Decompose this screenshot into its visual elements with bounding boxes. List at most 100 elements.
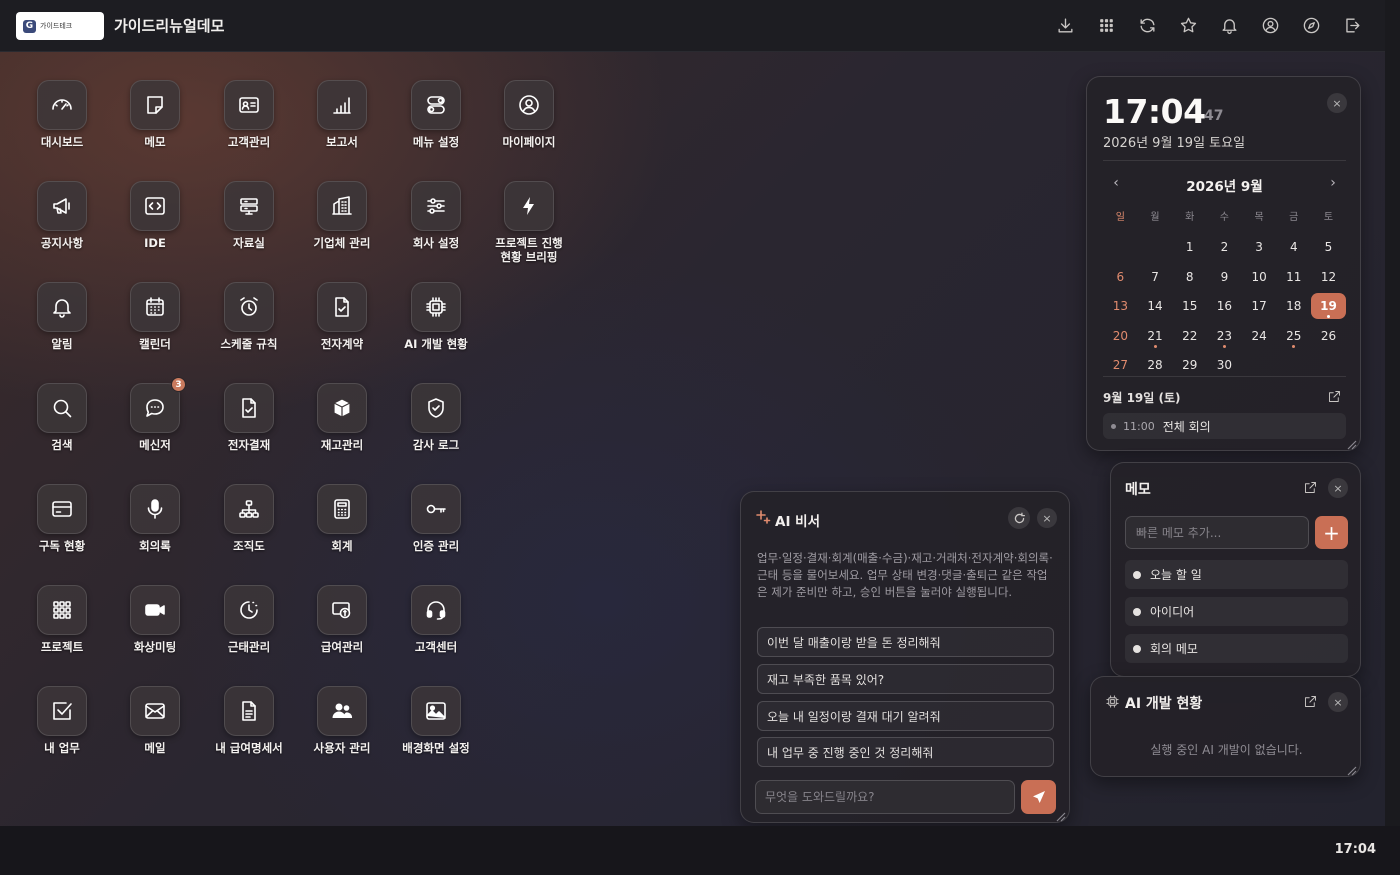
suggestion-button[interactable]: 내 업무 중 진행 중인 것 정리해줘 <box>757 737 1054 767</box>
app-e-approval[interactable]: 전자결재 <box>202 383 296 452</box>
calendar-day[interactable]: 16 <box>1207 293 1242 319</box>
calendar-day[interactable]: 4 <box>1276 234 1311 260</box>
calendar-day[interactable]: 5 <box>1311 234 1346 260</box>
app-my-payslip[interactable]: 내 급여명세서 <box>202 686 296 755</box>
app-accounting[interactable]: 회계 <box>295 484 389 553</box>
calendar-day[interactable]: 28 <box>1138 352 1173 378</box>
app-audit-log[interactable]: 감사 로그 <box>389 383 483 452</box>
add-memo-button[interactable]: + <box>1315 516 1348 549</box>
app-ide[interactable]: IDE <box>108 181 202 250</box>
app-e-contract[interactable]: 전자계약 <box>295 282 389 351</box>
company-logo[interactable]: G 가이드테크 <box>16 12 104 40</box>
close-icon[interactable]: × <box>1328 478 1348 498</box>
calendar-day[interactable]: 25 <box>1276 323 1311 349</box>
calendar-day[interactable]: 2 <box>1207 234 1242 260</box>
app-video-meeting[interactable]: 화상미팅 <box>108 585 202 654</box>
calendar-day[interactable]: 18 <box>1276 293 1311 319</box>
calendar-day[interactable]: 27 <box>1103 352 1138 378</box>
suggestion-button[interactable]: 오늘 내 일정이랑 결재 대기 알려줘 <box>757 701 1054 731</box>
calendar-day[interactable]: 30 <box>1207 352 1242 378</box>
app-auth-management[interactable]: 인증 관리 <box>389 484 483 553</box>
app-menu-settings[interactable]: 메뉴 설정 <box>389 80 483 149</box>
app-memo[interactable]: 메모 <box>108 80 202 149</box>
app-schedule-rules[interactable]: 스케줄 규칙 <box>202 282 296 351</box>
app-payroll[interactable]: 급여관리 <box>295 585 389 654</box>
reset-chat-icon[interactable] <box>1008 507 1030 529</box>
compass-icon[interactable] <box>1299 13 1324 38</box>
scrollbar[interactable] <box>1385 0 1400 826</box>
external-link-icon[interactable] <box>1300 691 1320 711</box>
app-companies[interactable]: 기업체 관리 <box>295 181 389 250</box>
suggestion-button[interactable]: 이번 달 매출이랑 받을 돈 정리해줘 <box>757 627 1054 657</box>
memo-item[interactable]: 회의 메모 <box>1125 634 1348 663</box>
calendar-day[interactable]: 7 <box>1138 264 1173 290</box>
calendar-day[interactable]: 17 <box>1242 293 1277 319</box>
external-link-icon[interactable] <box>1300 477 1320 497</box>
app-search[interactable]: 검색 <box>15 383 109 452</box>
app-customers[interactable]: 고객관리 <box>202 80 296 149</box>
calendar-day[interactable]: 9 <box>1207 264 1242 290</box>
close-icon[interactable]: × <box>1327 93 1347 113</box>
app-attendance[interactable]: 근태관리 <box>202 585 296 654</box>
bell-icon[interactable] <box>1217 13 1242 38</box>
close-icon[interactable]: × <box>1328 692 1348 712</box>
calendar-day[interactable]: 12 <box>1311 264 1346 290</box>
app-ai-dev-status[interactable]: AI 개발 현황 <box>389 282 483 351</box>
memo-item[interactable]: 오늘 할 일 <box>1125 560 1348 589</box>
app-notices[interactable]: 공지사항 <box>15 181 109 250</box>
app-project-briefing[interactable]: 프로젝트 진행 현황 브리핑 <box>482 181 576 264</box>
memo-item[interactable]: 아이디어 <box>1125 597 1348 626</box>
calendar-day[interactable]: 20 <box>1103 323 1138 349</box>
refresh-icon[interactable] <box>1135 13 1160 38</box>
resize-handle-icon[interactable] <box>1054 807 1066 822</box>
calendar-day[interactable]: 1 <box>1172 234 1207 260</box>
external-link-icon[interactable] <box>1324 386 1344 406</box>
apps-grid-icon[interactable] <box>1094 13 1119 38</box>
star-icon[interactable] <box>1176 13 1201 38</box>
calendar-day[interactable]: 19 <box>1311 293 1346 320</box>
suggestion-button[interactable]: 재고 부족한 품목 있어? <box>757 664 1054 694</box>
send-icon[interactable] <box>1021 780 1056 814</box>
calendar-day[interactable]: 24 <box>1242 323 1277 349</box>
logout-icon[interactable] <box>1340 13 1365 38</box>
calendar-day[interactable]: 3 <box>1242 234 1277 260</box>
ai-chat-input[interactable] <box>755 780 1015 814</box>
close-icon[interactable]: × <box>1037 508 1057 528</box>
user-icon[interactable] <box>1258 13 1283 38</box>
calendar-day[interactable]: 15 <box>1172 293 1207 319</box>
download-icon[interactable] <box>1053 13 1078 38</box>
calendar-day[interactable]: 26 <box>1311 323 1346 349</box>
schedule-event[interactable]: 11:00 전체 회의 <box>1103 413 1346 439</box>
calendar-day[interactable]: 22 <box>1172 323 1207 349</box>
app-subscription[interactable]: 구독 현황 <box>15 484 109 553</box>
calendar-day[interactable]: 10 <box>1242 264 1277 290</box>
app-my-tasks[interactable]: 내 업무 <box>15 686 109 755</box>
app-dashboard[interactable]: 대시보드 <box>15 80 109 149</box>
calendar-day[interactable]: 11 <box>1276 264 1311 290</box>
app-archive[interactable]: 자료실 <box>202 181 296 250</box>
app-meeting-notes[interactable]: 회의록 <box>108 484 202 553</box>
app-reports[interactable]: 보고서 <box>295 80 389 149</box>
app-inventory[interactable]: 재고관리 <box>295 383 389 452</box>
app-mail[interactable]: 메일 <box>108 686 202 755</box>
calendar-day[interactable]: 29 <box>1172 352 1207 378</box>
app-wallpaper-settings[interactable]: 배경화면 설정 <box>389 686 483 755</box>
calendar-day[interactable]: 23 <box>1207 323 1242 349</box>
app-calendar[interactable]: 캘린더 <box>108 282 202 351</box>
app-alerts[interactable]: 알림 <box>15 282 109 351</box>
resize-handle-icon[interactable] <box>1345 761 1357 776</box>
app-messenger[interactable]: 3 메신저 <box>108 377 202 452</box>
calendar-day[interactable]: 21 <box>1138 323 1173 349</box>
app-mypage[interactable]: 마이페이지 <box>482 80 576 149</box>
app-customer-center[interactable]: 고객센터 <box>389 585 483 654</box>
resize-handle-icon[interactable] <box>1345 435 1357 450</box>
quick-memo-input[interactable] <box>1125 516 1309 549</box>
calendar-day[interactable]: 13 <box>1103 293 1138 319</box>
calendar-day[interactable]: 14 <box>1138 293 1173 319</box>
app-company-settings[interactable]: 회사 설정 <box>389 181 483 250</box>
app-user-management[interactable]: 사용자 관리 <box>295 686 389 755</box>
calendar-day[interactable]: 6 <box>1103 264 1138 290</box>
app-projects[interactable]: 프로젝트 <box>15 585 109 654</box>
calendar-day[interactable]: 8 <box>1172 264 1207 290</box>
app-org-chart[interactable]: 조직도 <box>202 484 296 553</box>
